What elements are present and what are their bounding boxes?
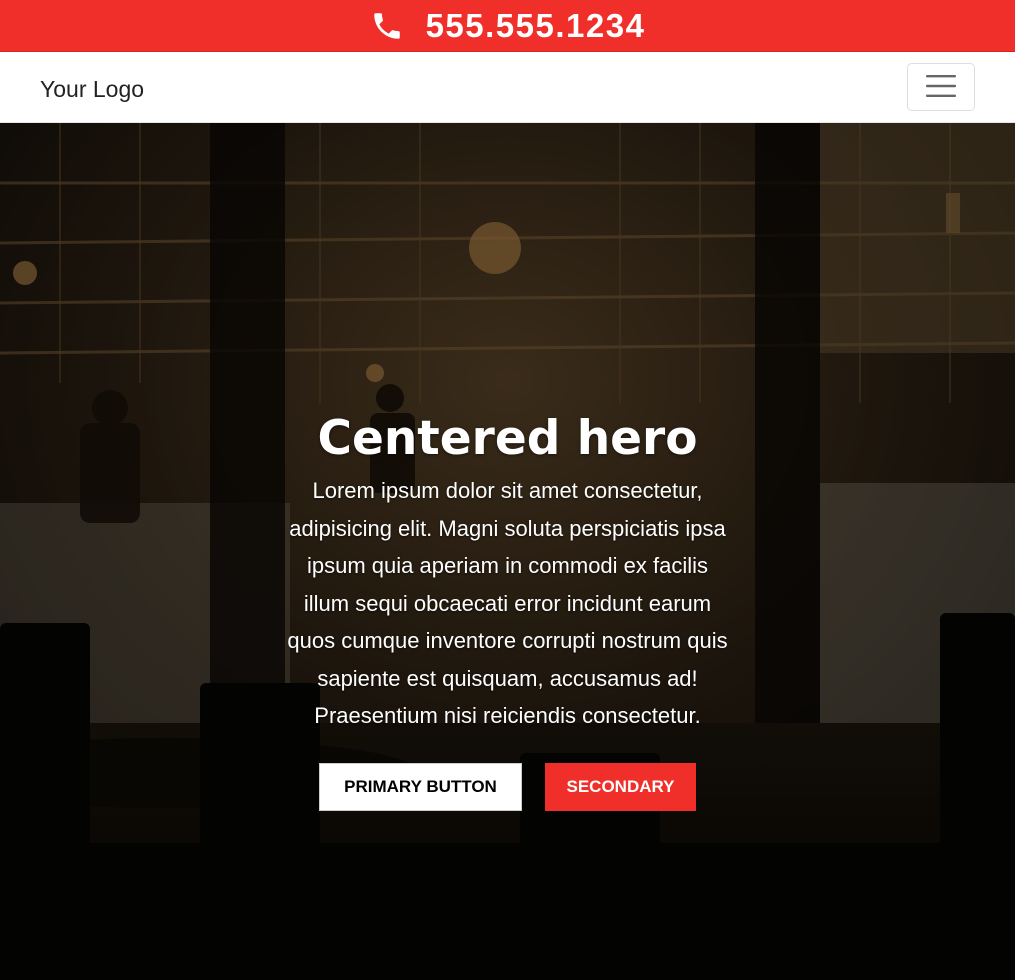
phone-icon <box>370 9 404 43</box>
primary-button[interactable]: Primary button <box>319 762 522 811</box>
hamburger-icon <box>925 73 957 102</box>
logo[interactable]: Your Logo <box>40 76 144 103</box>
hero-description: Lorem ipsum dolor sit amet consectetur, … <box>287 478 728 728</box>
hero-title: Centered hero <box>317 411 698 466</box>
menu-toggle-button[interactable] <box>907 63 975 111</box>
navbar: Your Logo <box>0 52 1015 123</box>
secondary-button[interactable]: Secondary <box>545 762 696 811</box>
hero-content: Centered hero Lorem ipsum dolor sit amet… <box>0 411 1015 811</box>
hero-buttons: Primary button Secondary <box>0 762 1015 811</box>
phone-banner: 555.555.1234 <box>0 0 1015 52</box>
hero-section: Centered hero Lorem ipsum dolor sit amet… <box>0 123 1015 980</box>
phone-number[interactable]: 555.555.1234 <box>426 7 646 45</box>
